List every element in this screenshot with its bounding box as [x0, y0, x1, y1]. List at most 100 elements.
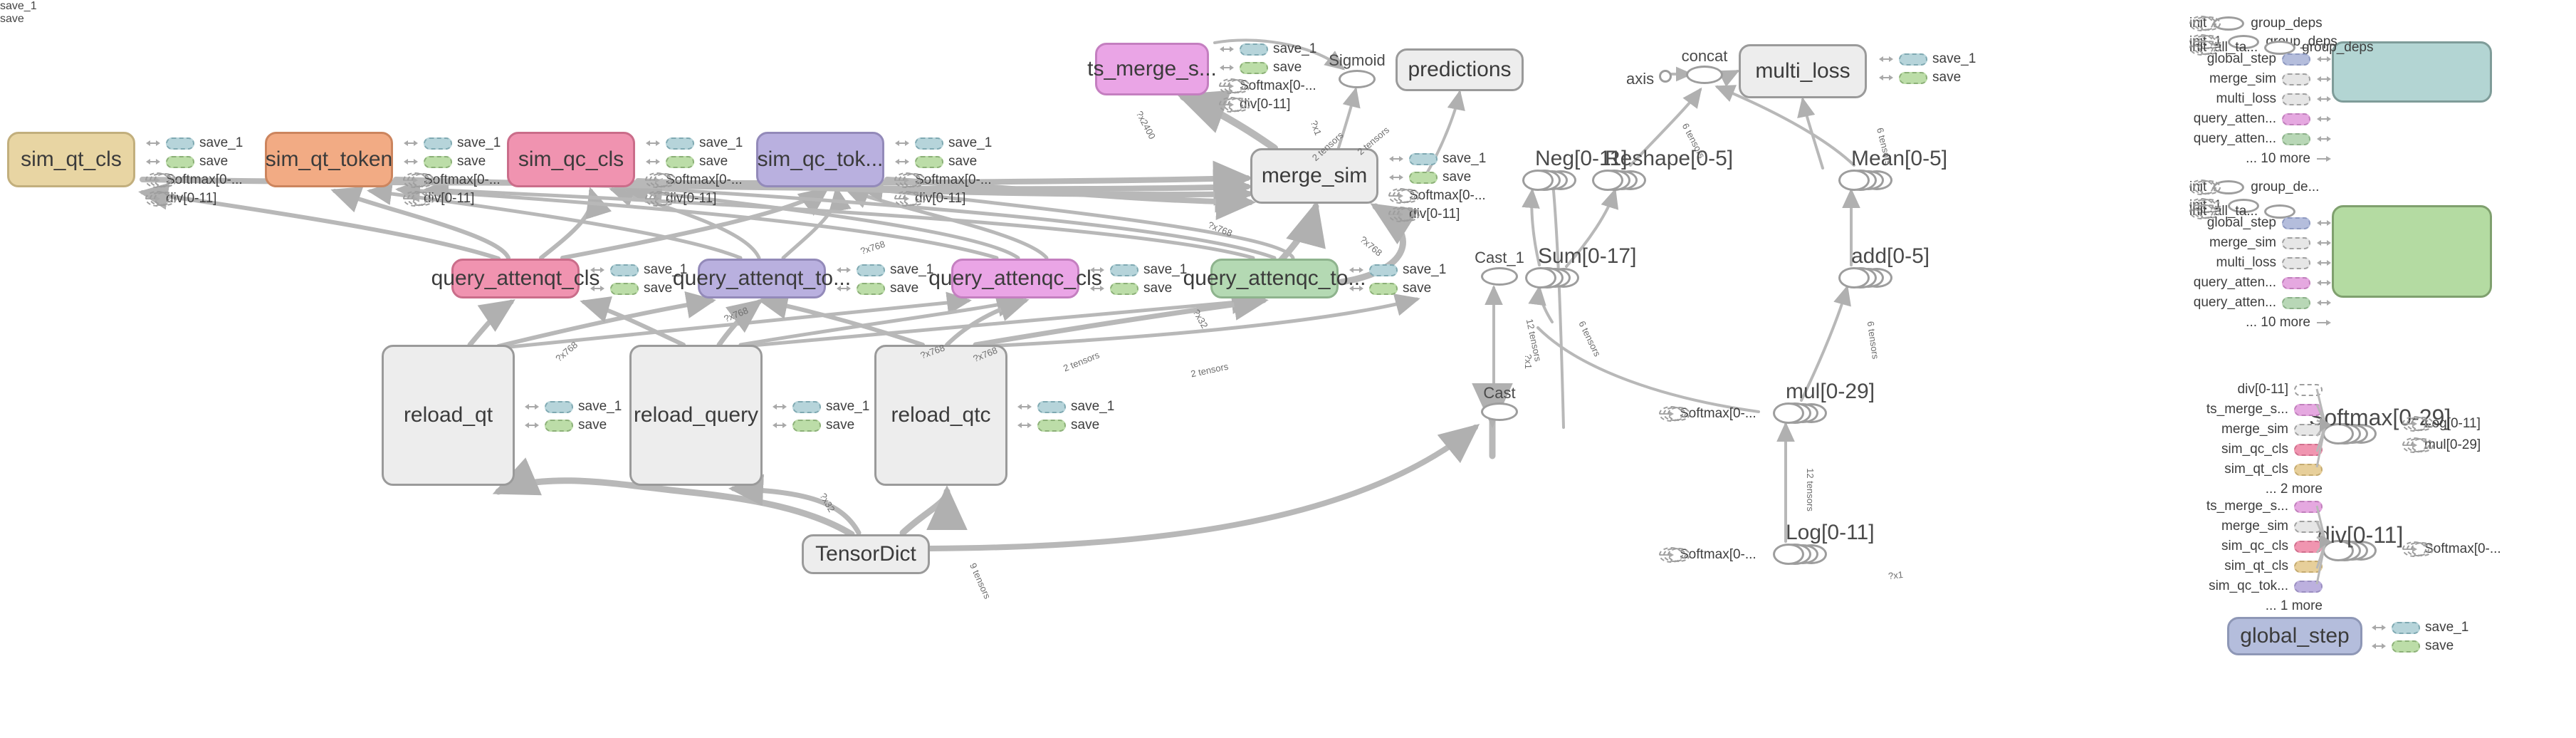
op-cast_1[interactable]: Cast_1: [1475, 249, 1524, 286]
bidirectional-arrow-icon: [837, 286, 851, 291]
ghost-op-ellipse-icon: [2402, 437, 2435, 453]
panel-input-row: query_atten...: [2194, 111, 2332, 127]
op-sum[interactable]: Sum[0-17]: [1525, 244, 1636, 289]
node-label: merge_sim: [1261, 164, 1368, 187]
node-sim_qt_token[interactable]: sim_qt_token: [265, 132, 393, 187]
pill-blue: [2392, 621, 2420, 634]
edge-label: ?x768: [553, 339, 580, 364]
annotation-label: save_1: [1932, 51, 1976, 66]
op-mean[interactable]: Mean[0-5]: [1838, 147, 1947, 191]
panel-more-label: ... 10 more: [2246, 151, 2310, 166]
op-axis[interactable]: axis: [1626, 70, 1672, 88]
ghost-op-ellipse-icon: [1388, 188, 1421, 204]
annotation-row: save: [1089, 281, 1172, 296]
annotation-row: Softmax[0-...: [894, 172, 992, 188]
annotation-label: save: [890, 281, 919, 296]
panel-input-row: query_atten...: [2194, 295, 2332, 311]
pill-green: [666, 155, 694, 168]
annotation-row: save: [894, 154, 977, 170]
bidirectional-arrow-icon: [2317, 96, 2331, 102]
op-add[interactable]: add[0-5]: [1838, 244, 1930, 289]
node-TensorDict[interactable]: TensorDict: [802, 534, 930, 574]
annotation-row: div[0-11]: [403, 191, 474, 207]
annotation-label: save_1: [2425, 620, 2469, 635]
panel-input-label: query_atten...: [2193, 275, 2276, 290]
side-panels-layer: save_1 init group_deps init_1 group_deps init…: [0, 0, 2576, 330]
panel-more-label: ... 10 more: [2246, 315, 2310, 330]
op-log[interactable]: Log[0-11]: [1773, 521, 1875, 565]
annotation-label: save: [1143, 281, 1173, 296]
bidirectional-arrow-icon: [1017, 422, 1032, 428]
panel-more-row[interactable]: ... 10 more: [2246, 151, 2332, 167]
cluster-title: div[0-11]: [2318, 522, 2404, 548]
ghost-op-ellipse-icon: [2189, 16, 2222, 31]
op-concat[interactable]: concat: [1682, 47, 1727, 84]
pill-blue: [1110, 264, 1138, 276]
node-reload_qt[interactable]: reload_qt: [382, 345, 515, 486]
node-multi_loss[interactable]: multi_loss: [1739, 44, 1867, 98]
bidirectional-arrow-icon: [2372, 643, 2386, 649]
panel-more-row[interactable]: ... 10 more: [2246, 315, 2332, 331]
op-cast[interactable]: Cast: [1481, 384, 1518, 421]
op-sigmoid[interactable]: Sigmoid: [1329, 51, 1386, 88]
bidirectional-arrow-icon: [1389, 156, 1403, 162]
bidirectional-arrow-icon: [773, 404, 787, 410]
node-label: global_step: [2240, 624, 2350, 648]
node-predictions[interactable]: predictions: [1396, 48, 1524, 91]
cluster-output-row: Softmax[0-...: [2402, 541, 2501, 557]
node-label: query_attenqt_to...: [672, 266, 852, 290]
annotation-row: save: [590, 281, 672, 296]
node-reload_qtc[interactable]: reload_qtc: [874, 345, 1007, 486]
annotation-row: save: [1017, 417, 1099, 433]
bidirectional-arrow-icon: [2317, 280, 2331, 286]
node-sim_qc_token[interactable]: sim_qc_tok...: [756, 132, 884, 187]
panel-input-label: query_atten...: [2193, 295, 2276, 310]
edge-label: 2 tensors: [1062, 349, 1101, 374]
annotation-row: save_1: [836, 262, 933, 278]
pill-green: [1110, 282, 1138, 295]
bidirectional-arrow-icon: [404, 140, 418, 146]
edge-label: ?x768: [722, 304, 750, 325]
node-query_attenqt_token[interactable]: query_attenqt_to...: [673, 259, 851, 298]
edge-label: ?x32: [817, 491, 837, 514]
annotation-row: save: [1349, 281, 1431, 296]
annotation-row: save: [1878, 70, 1961, 85]
cluster-more-row[interactable]: ... 2 more: [2266, 482, 2323, 497]
node-reload_query[interactable]: reload_query: [629, 345, 763, 486]
annotation-row: save: [403, 154, 486, 170]
annotation-row: save_1: [145, 135, 243, 151]
node-query_attenqc_cls[interactable]: query_attenqc_cls: [928, 259, 1102, 298]
node-query_attenqc_token[interactable]: query_attenqc_to...: [1183, 259, 1366, 298]
annotation-row: Softmax[0-...: [403, 172, 501, 188]
bidirectional-arrow-icon: [2317, 240, 2331, 246]
cluster-more-row[interactable]: ... 1 more: [2266, 598, 2323, 614]
op-mul[interactable]: mul[0-29]: [1773, 380, 1875, 424]
node-ts_merge_s[interactable]: ts_merge_s...: [1087, 43, 1217, 95]
edge-label: ?x768: [859, 238, 886, 257]
op-ellipse-icon: [1686, 66, 1723, 84]
bidirectional-arrow-icon: [1017, 404, 1032, 410]
pill-blue: [1240, 43, 1268, 56]
bidirectional-arrow-icon: [2317, 56, 2331, 62]
annotation-label: save_1: [1071, 399, 1115, 414]
cluster-output-row: Log[0-11]: [2402, 416, 2481, 432]
bidirectional-arrow-icon: [1220, 65, 1234, 71]
bidirectional-arrow-icon: [2317, 220, 2331, 226]
node-global_step_node[interactable]: global_step: [2227, 617, 2362, 655]
node-sim_qt_cls[interactable]: sim_qt_cls: [7, 132, 135, 187]
op-reshape[interactable]: Reshape[0-5]: [1592, 147, 1733, 191]
node-query_attenqt_cls[interactable]: query_attenqt_cls: [431, 259, 600, 298]
annotation-row: div[0-11]: [1388, 207, 1460, 222]
annotation-row: save: [772, 417, 854, 433]
graph-canvas[interactable]: sim_qt_cls sim_qt_token sim_qc_cls sim_qc_t…: [0, 0, 2576, 738]
ghost-op-ellipse-icon: [1659, 406, 1692, 422]
annotation-row: Softmax[0-...: [1219, 78, 1316, 94]
cluster-more-label: ... 1 more: [2265, 598, 2323, 613]
edge-label: 2 tensors: [1190, 360, 1230, 380]
node-sim_qc_cls[interactable]: sim_qc_cls: [507, 132, 635, 187]
pill-grey: [2282, 237, 2310, 249]
panel-input-row: query_atten...: [2194, 131, 2332, 147]
panel-save_panel[interactable]: [2332, 205, 2492, 298]
annotation-label: save: [1071, 417, 1100, 432]
op-neg[interactable]: Neg[0-11]: [1522, 147, 1628, 191]
